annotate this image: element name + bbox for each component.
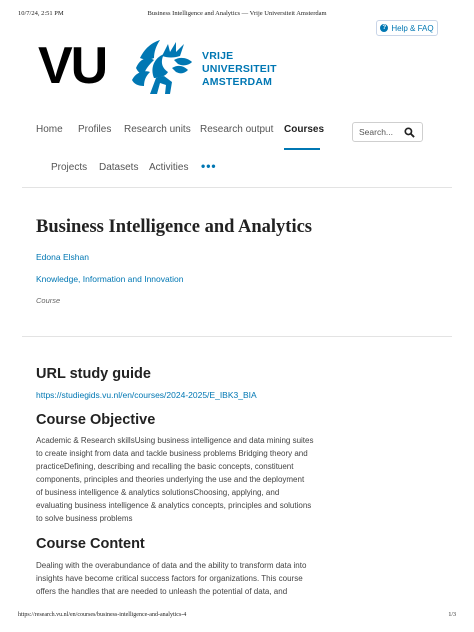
subnav-activities[interactable]: Activities — [149, 162, 188, 173]
vu-logo[interactable]: VU VRIJE UNIVERSITEIT AMSTERDAM — [38, 36, 277, 100]
content-line: insights have become critical success fa… — [36, 574, 303, 583]
course-objective-heading: Course Objective — [36, 412, 156, 428]
search-icon[interactable] — [404, 127, 415, 138]
content-type-label: Course — [36, 296, 61, 305]
print-page-title: Business Intelligence and Analytics — Vr… — [147, 10, 327, 17]
nav-research-output[interactable]: Research output — [200, 124, 273, 135]
course-content-text: Dealing with the overabundance of data a… — [36, 559, 336, 598]
logo-wordmark: VRIJE UNIVERSITEIT AMSTERDAM — [202, 50, 277, 89]
course-objective-text: Academic & Research skillsUsing business… — [36, 434, 336, 525]
logo-line-3: AMSTERDAM — [202, 76, 273, 88]
url-study-guide-heading: URL study guide — [36, 366, 151, 382]
subnav-projects[interactable]: Projects — [51, 162, 87, 173]
objective-line: evaluating business intelligence & analy… — [36, 501, 312, 510]
search-input[interactable] — [359, 127, 405, 137]
nav-home[interactable]: Home — [36, 124, 63, 135]
question-circle-icon: ? — [380, 24, 389, 32]
objective-line: to create insight from data and tackle b… — [36, 449, 308, 458]
griffin-icon — [132, 40, 192, 94]
active-tab-indicator — [284, 148, 320, 150]
objective-line: to solve business problems — [36, 514, 133, 523]
more-menu-button[interactable]: ••• — [201, 159, 217, 173]
search-box[interactable] — [352, 122, 423, 142]
objective-line: of business intelligence & analytics sol… — [36, 488, 280, 497]
nav-profiles[interactable]: Profiles — [78, 124, 111, 135]
subnav-datasets[interactable]: Datasets — [99, 162, 138, 173]
logo-letters: VU — [38, 37, 108, 95]
nav-courses[interactable]: Courses — [284, 124, 324, 135]
organisation-link[interactable]: Knowledge, Information and Innovation — [36, 274, 183, 284]
content-line: Dealing with the overabundance of data a… — [36, 561, 307, 570]
header-divider — [22, 187, 452, 188]
objective-line: components, principles and theories unde… — [36, 475, 305, 484]
print-footer: https://research.vu.nl/en/courses/busine… — [18, 612, 456, 622]
logo-line-2: UNIVERSITEIT — [202, 63, 277, 75]
nav-research-units[interactable]: Research units — [124, 124, 191, 135]
logo-line-1: VRIJE — [202, 50, 234, 62]
help-faq-label: Help & FAQ — [391, 23, 434, 33]
objective-line: Academic & Research skillsUsing business… — [36, 436, 314, 445]
print-page-number: 1/3 — [448, 612, 456, 618]
study-guide-link[interactable]: https://studiegids.vu.nl/en/courses/2024… — [36, 390, 257, 400]
content-divider — [22, 336, 452, 337]
print-url: https://research.vu.nl/en/courses/busine… — [18, 612, 187, 618]
help-faq-button[interactable]: ? Help & FAQ — [376, 20, 438, 36]
content-line: offers the handles that are needed to un… — [36, 587, 288, 596]
person-link[interactable]: Edona Elshan — [36, 252, 89, 262]
course-content-heading: Course Content — [36, 536, 145, 552]
page-title: Business Intelligence and Analytics — [36, 217, 313, 237]
objective-line: practiceDefining, describing and recalli… — [36, 462, 294, 471]
